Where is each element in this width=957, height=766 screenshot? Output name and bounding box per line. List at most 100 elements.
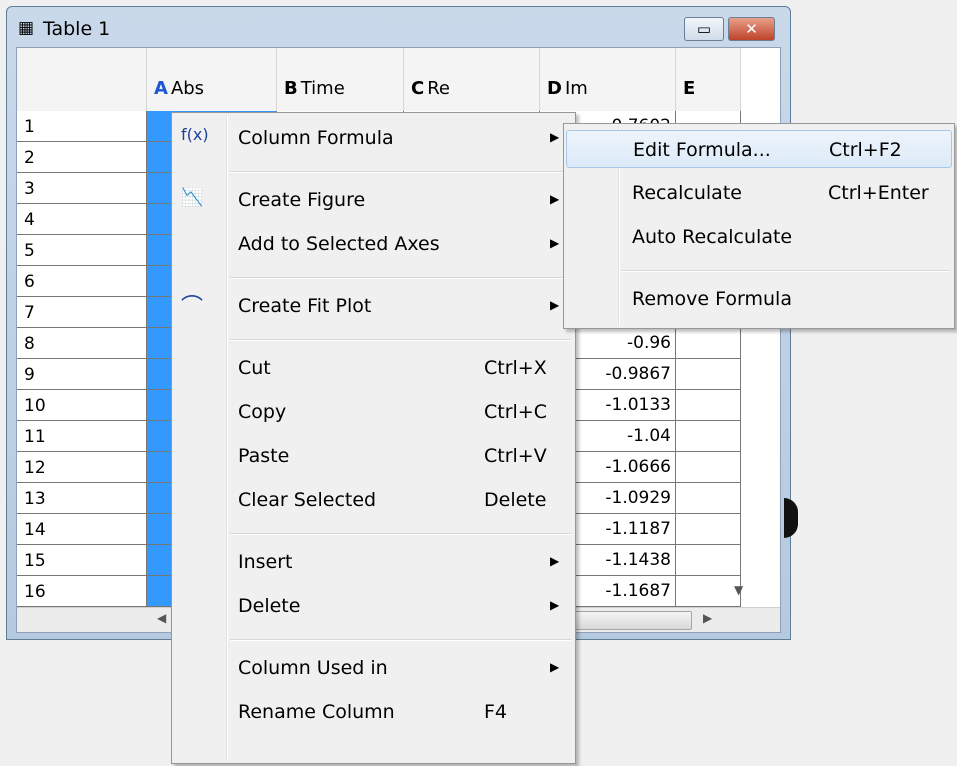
menu-item-label: Clear Selected [238, 489, 377, 511]
submenu-arrow-icon: ▶ [550, 298, 560, 312]
column-letter: C [411, 78, 425, 99]
menu-item-label: Insert [238, 551, 293, 573]
menu-item-label: Edit Formula... [633, 139, 771, 161]
table-cell[interactable] [676, 452, 741, 483]
column-header-d[interactable]: D Im [540, 48, 676, 111]
menu-item-label: Add to Selected Axes [238, 233, 440, 255]
table-cell[interactable] [676, 483, 741, 514]
menu-item-label: Recalculate [632, 182, 742, 204]
table-cell[interactable] [676, 545, 741, 576]
submenu-arrow-icon: ▶ [550, 236, 560, 250]
scroll-right-arrow-icon[interactable]: ▶ [703, 611, 712, 625]
menu-item-create-fit-plot[interactable]: ⌒ Create Fit Plot ▶ [174, 287, 573, 325]
scroll-down-arrow-icon[interactable]: ▼ [734, 583, 743, 597]
menu-item-shortcut: Ctrl+F2 [829, 139, 902, 161]
menu-item-label: Create Fit Plot [238, 295, 372, 317]
menu-item-label: Remove Formula [632, 288, 792, 310]
menu-item-shortcut: F4 [484, 701, 508, 723]
menu-item-cut[interactable]: Cut Ctrl+X [174, 349, 573, 387]
menu-separator [230, 277, 571, 279]
menu-item-shortcut: Ctrl+V [484, 445, 547, 467]
row-header[interactable]: 12 [17, 452, 147, 483]
menu-item-label: Create Figure [238, 189, 366, 211]
submenu-arrow-icon: ▶ [550, 130, 560, 144]
menu-item-insert[interactable]: Insert ▶ [174, 543, 573, 581]
menu-item-shortcut: Delete [484, 489, 547, 511]
title-bar[interactable]: ▦ Table 1 ▭ ✕ [7, 7, 790, 47]
create-figure-icon: 📉 [181, 187, 204, 208]
column-header-row: A Abs B Time C Re D Im E [17, 48, 741, 112]
close-button[interactable]: ✕ [728, 17, 775, 41]
column-header-c[interactable]: C Re [404, 48, 540, 111]
window-title: Table 1 [43, 18, 111, 40]
row-header[interactable]: 13 [17, 483, 147, 514]
row-header[interactable]: 1 [17, 111, 147, 142]
row-header[interactable]: 9 [17, 359, 147, 390]
table-cell[interactable] [676, 421, 741, 452]
menu-item-recalculate[interactable]: Recalculate Ctrl+Enter [566, 174, 952, 212]
menu-item-copy[interactable]: Copy Ctrl+C [174, 393, 573, 431]
table-cell[interactable] [676, 514, 741, 545]
menu-item-remove-formula[interactable]: Remove Formula [566, 280, 952, 318]
submenu-arrow-icon: ▶ [550, 660, 560, 674]
column-header-e[interactable]: E [676, 48, 741, 111]
fit-plot-icon: ⌒ [181, 295, 204, 320]
row-header[interactable]: 6 [17, 266, 147, 297]
column-letter: D [547, 78, 562, 99]
menu-separator [230, 339, 571, 341]
menu-item-edit-formula[interactable]: Edit Formula... Ctrl+F2 [566, 130, 952, 168]
menu-item-column-used-in[interactable]: Column Used in ▶ [174, 649, 573, 687]
scrollbar-thumb[interactable] [572, 611, 692, 630]
row-header[interactable]: 14 [17, 514, 147, 545]
submenu-arrow-icon: ▶ [550, 554, 560, 568]
column-name: Abs [170, 78, 205, 99]
column-name: Time [300, 78, 345, 99]
menu-item-shortcut: Ctrl+X [484, 357, 547, 379]
menu-item-paste[interactable]: Paste Ctrl+V [174, 437, 573, 475]
row-header[interactable]: 3 [17, 173, 147, 204]
row-header[interactable]: 11 [17, 421, 147, 452]
menu-item-label: Rename Column [238, 701, 395, 723]
table-cell[interactable] [676, 328, 741, 359]
table-icon: ▦ [18, 18, 35, 38]
row-header[interactable]: 10 [17, 390, 147, 421]
row-header[interactable]: 4 [17, 204, 147, 235]
menu-item-clear-selected[interactable]: Clear Selected Delete [174, 481, 573, 519]
menu-item-label: Cut [238, 357, 271, 379]
menu-separator [230, 533, 571, 535]
column-letter: B [284, 78, 298, 99]
menu-item-column-formula[interactable]: f(x) Column Formula ▶ [174, 119, 573, 157]
column-header-a[interactable]: A Abs [147, 48, 277, 111]
menu-item-label: Auto Recalculate [632, 226, 793, 248]
menu-item-auto-recalculate[interactable]: Auto Recalculate [566, 218, 952, 256]
corner-cell[interactable] [17, 48, 147, 111]
column-header-b[interactable]: B Time [277, 48, 404, 111]
row-header[interactable]: 15 [17, 545, 147, 576]
menu-item-label: Column Used in [238, 657, 388, 679]
menu-item-label: Copy [238, 401, 287, 423]
row-header[interactable]: 2 [17, 142, 147, 173]
menu-item-rename-column[interactable]: Rename Column F4 [174, 693, 573, 731]
menu-item-shortcut: Ctrl+Enter [828, 182, 929, 204]
menu-item-label: Delete [238, 595, 301, 617]
row-header[interactable]: 7 [17, 297, 147, 328]
column-name: Re [427, 78, 450, 99]
restore-icon: ▭ [696, 20, 712, 38]
menu-separator [622, 270, 950, 272]
menu-item-label: Column Formula [238, 127, 394, 149]
column-letter: A [154, 78, 168, 99]
table-cell[interactable] [676, 390, 741, 421]
menu-item-delete[interactable]: Delete ▶ [174, 587, 573, 625]
row-header[interactable]: 16 [17, 576, 147, 607]
scroll-left-arrow-icon[interactable]: ◀ [157, 611, 166, 625]
table-cell[interactable] [676, 359, 741, 390]
restore-button[interactable]: ▭ [684, 17, 724, 41]
table-cell[interactable] [676, 576, 741, 607]
row-header[interactable]: 5 [17, 235, 147, 266]
menu-item-create-figure[interactable]: 📉 Create Figure ▶ [174, 181, 573, 219]
menu-item-add-to-selected-axes[interactable]: Add to Selected Axes ▶ [174, 225, 573, 263]
column-letter: E [683, 78, 696, 99]
context-menu: f(x) Column Formula ▶ 📉 Create Figure ▶ Add to… [171, 112, 576, 764]
row-header[interactable]: 8 [17, 328, 147, 359]
column-formula-submenu: Edit Formula... Ctrl+F2 Recalculate Ctrl+En… [563, 123, 955, 329]
